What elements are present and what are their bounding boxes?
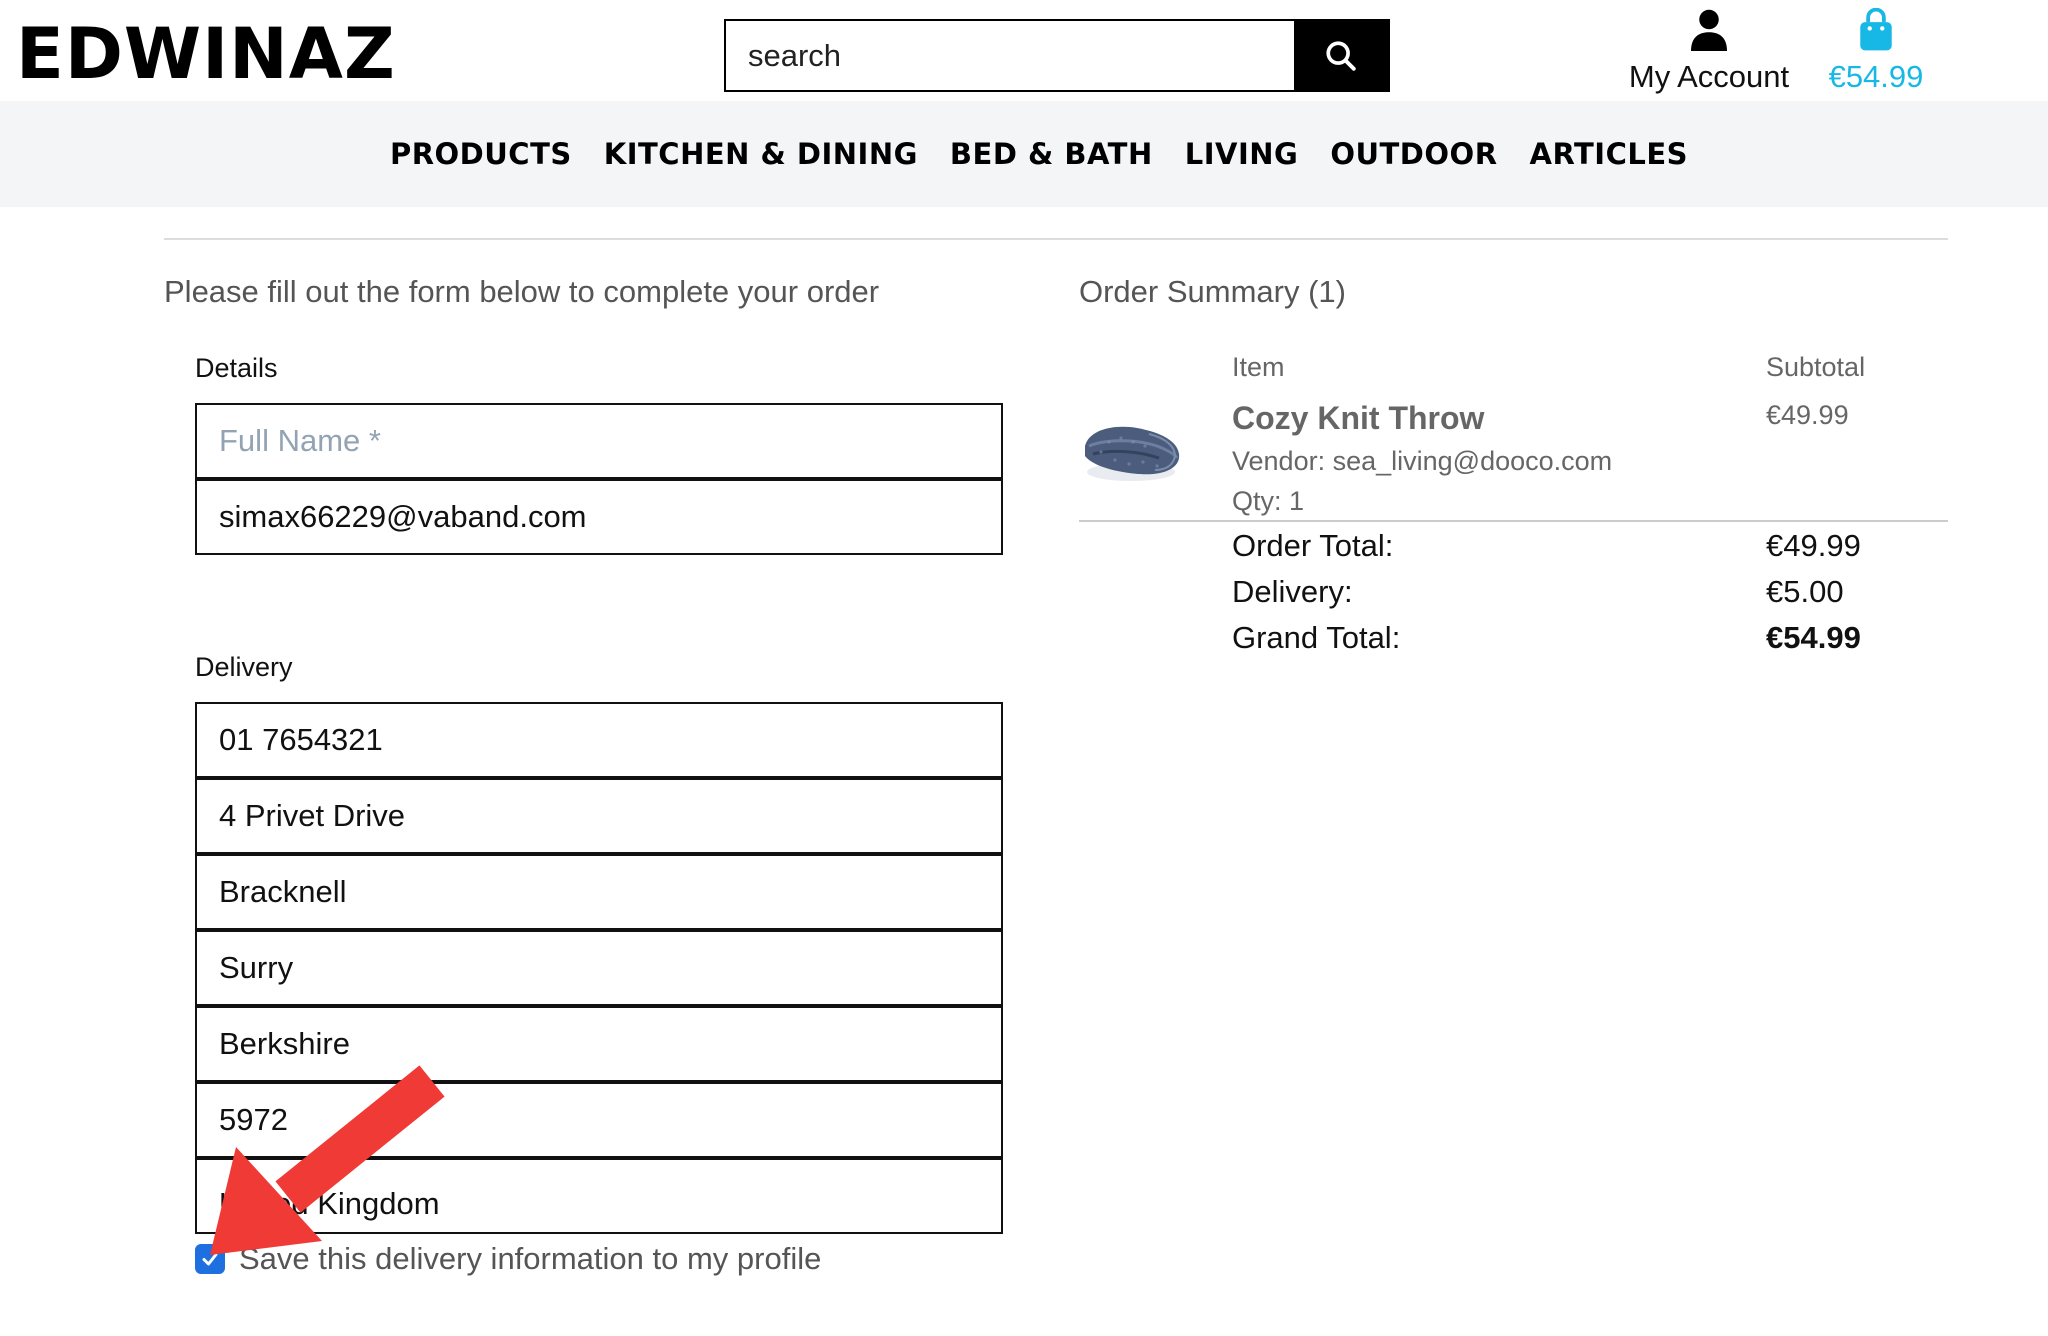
main-nav: PRODUCTS KITCHEN & DINING BED & BATH LIV… (0, 101, 2048, 207)
delivery-cost-value: €5.00 (1766, 574, 1844, 609)
nav-kitchen-dining[interactable]: KITCHEN & DINING (604, 137, 918, 171)
phone-field[interactable] (195, 702, 1003, 778)
nav-products[interactable]: PRODUCTS (390, 137, 572, 171)
delivery-label: Delivery (195, 652, 293, 682)
search-input[interactable] (726, 21, 1294, 90)
nav-articles[interactable]: ARTICLES (1530, 137, 1689, 171)
product-name[interactable]: Cozy Knit Throw (1232, 400, 1484, 437)
product-vendor: Vendor: sea_living@dooco.com (1232, 446, 1613, 476)
details-label: Details (195, 353, 278, 383)
email-input[interactable] (219, 481, 979, 553)
nav-living[interactable]: LIVING (1185, 137, 1299, 171)
bag-total: €54.99 (1828, 59, 1924, 94)
order-summary-title: Order Summary (1) (1079, 274, 1346, 309)
site-logo[interactable]: EDWINAZ (16, 14, 396, 94)
nav-outdoor[interactable]: OUTDOOR (1330, 137, 1497, 171)
full-name-input[interactable] (219, 405, 979, 477)
grand-total-row: Grand Total: €54.99 (1232, 620, 1932, 656)
email-field[interactable] (195, 479, 1003, 555)
street-address-field[interactable] (195, 778, 1003, 854)
order-total-value: €49.99 (1766, 528, 1861, 563)
grand-total-label: Grand Total: (1232, 620, 1401, 655)
item-column-header: Item (1232, 352, 1285, 382)
product-quantity: Qty: 1 (1232, 486, 1305, 516)
delivery-cost-label: Delivery: (1232, 574, 1353, 609)
phone-input[interactable] (219, 704, 979, 776)
summary-divider (1079, 520, 1948, 522)
form-intro: Please fill out the form below to comple… (164, 274, 880, 309)
grand-total-value: €54.99 (1766, 620, 1861, 655)
full-name-field[interactable] (195, 403, 1003, 479)
page-divider (164, 238, 1948, 240)
shopping-bag-link[interactable]: €54.99 (1806, 7, 1946, 95)
product-subtotal: €49.99 (1766, 400, 1849, 430)
nav-bed-bath[interactable]: BED & BATH (950, 137, 1153, 171)
county-input[interactable] (219, 932, 979, 1004)
delivery-cost-row: Delivery: €5.00 (1232, 574, 1932, 610)
my-account-link[interactable]: My Account (1624, 8, 1794, 95)
town-field[interactable] (195, 854, 1003, 930)
annotation-arrow (210, 1065, 445, 1255)
street-address-input[interactable] (219, 780, 979, 852)
shopping-bag-icon (1860, 7, 1892, 51)
subtotal-column-header: Subtotal (1766, 352, 1866, 382)
search-bar (724, 19, 1390, 92)
my-account-label: My Account (1628, 59, 1790, 94)
order-total-label: Order Total: (1232, 528, 1394, 563)
search-button[interactable] (1294, 21, 1388, 90)
town-input[interactable] (219, 856, 979, 928)
county-field[interactable] (195, 930, 1003, 1006)
order-total-row: Order Total: €49.99 (1232, 528, 1932, 564)
search-icon (1326, 40, 1356, 71)
user-icon (1691, 9, 1727, 51)
product-thumbnail[interactable] (1079, 412, 1185, 488)
